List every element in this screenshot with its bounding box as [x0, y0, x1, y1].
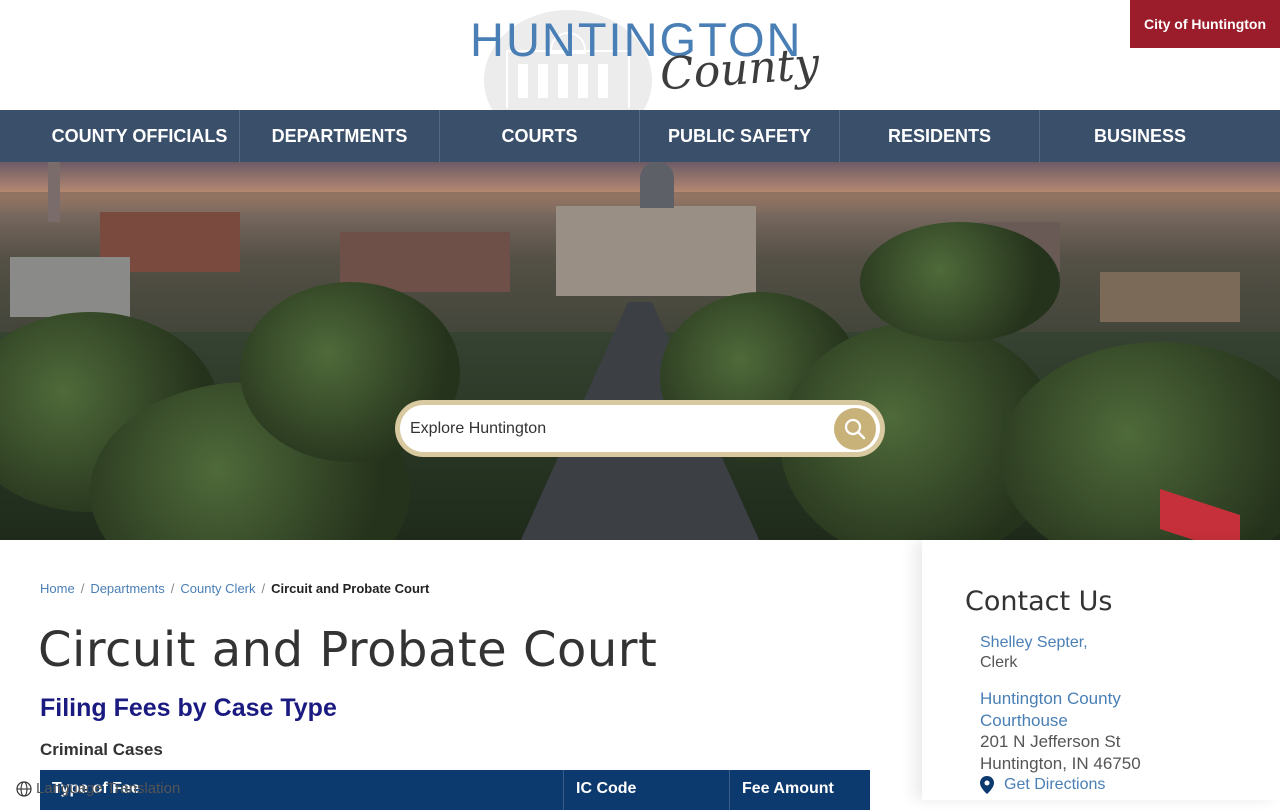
page-title: Circuit and Probate Court	[38, 622, 658, 678]
contact-title: Contact Us	[965, 586, 1113, 617]
nav-residents[interactable]: RESIDENTS	[840, 110, 1040, 162]
breadcrumb-separator: /	[261, 581, 266, 596]
breadcrumb-county-clerk[interactable]: County Clerk	[180, 581, 255, 596]
search-input[interactable]	[400, 405, 820, 452]
search-icon	[844, 418, 866, 440]
language-translation-widget[interactable]: Language Translation	[16, 780, 180, 797]
breadcrumb-separator: /	[80, 581, 85, 596]
nav-departments[interactable]: DEPARTMENTS	[240, 110, 440, 162]
nav-public-safety[interactable]: PUBLIC SAFETY	[640, 110, 840, 162]
get-directions-label: Get Directions	[1004, 776, 1106, 793]
contact-org-link[interactable]: Huntington County Courthouse	[980, 688, 1160, 732]
globe-icon	[16, 780, 32, 797]
breadcrumb: Home / Departments / County Clerk / Circ…	[40, 581, 429, 596]
sub-title: Criminal Cases	[40, 740, 163, 759]
breadcrumb-departments[interactable]: Departments	[90, 581, 164, 596]
nav-business[interactable]: BUSINESS	[1040, 110, 1240, 162]
search-button[interactable]	[834, 408, 876, 450]
contact-address-line2: Huntington, IN 46750	[980, 754, 1141, 773]
county-logo[interactable]: HUNTINGTON County	[470, 10, 821, 150]
column-header-ic-code: IC Code	[564, 770, 730, 810]
language-label: Language Translation	[36, 780, 181, 797]
logo-subtitle: County	[658, 38, 821, 101]
main-nav: COUNTY OFFICIALS DEPARTMENTS COURTS PUBL…	[0, 110, 1280, 162]
nav-county-officials[interactable]: COUNTY OFFICIALS	[40, 110, 240, 162]
contact-name-link[interactable]: Shelley Septer,	[980, 632, 1088, 654]
breadcrumb-separator: /	[170, 581, 175, 596]
search-bar	[395, 400, 885, 457]
breadcrumb-current: Circuit and Probate Court	[271, 581, 430, 596]
hero-banner-image	[0, 162, 1280, 540]
contact-address-line1: 201 N Jefferson St	[980, 732, 1121, 751]
contact-sidebar: Contact Us Shelley Septer, Clerk Hunting…	[922, 540, 1280, 800]
site-header: HUNTINGTON County City of Huntington	[0, 0, 1280, 150]
main-content: Home / Departments / County Clerk / Circ…	[0, 540, 920, 810]
map-pin-icon	[980, 776, 994, 794]
get-directions-link[interactable]: Get Directions	[980, 776, 1105, 794]
city-of-huntington-link[interactable]: City of Huntington	[1130, 0, 1280, 48]
nav-courts[interactable]: COURTS	[440, 110, 640, 162]
section-title: Filing Fees by Case Type	[40, 694, 337, 722]
column-header-fee: Fee Amount	[742, 780, 834, 797]
contact-role: Clerk	[980, 654, 1018, 671]
breadcrumb-home[interactable]: Home	[40, 581, 75, 596]
